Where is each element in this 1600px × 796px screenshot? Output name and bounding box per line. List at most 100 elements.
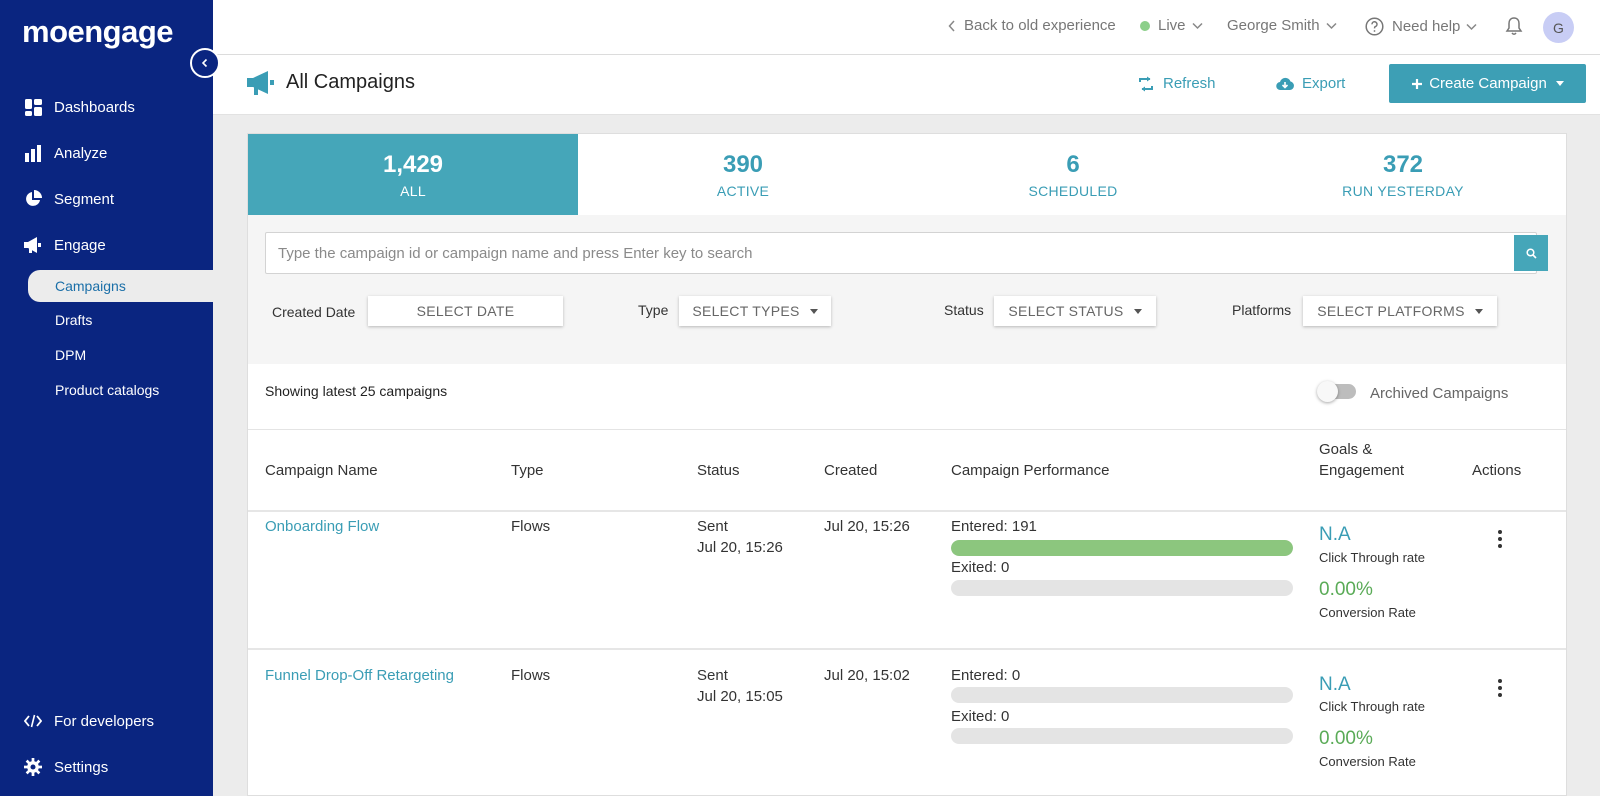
created-date-picker[interactable]: SELECT DATE	[368, 296, 563, 326]
environment-dropdown[interactable]: Live	[1140, 17, 1203, 34]
chevron-down-icon	[1192, 22, 1203, 29]
type-filter-select[interactable]: SELECT TYPES	[679, 296, 831, 326]
campaign-name-link[interactable]: Funnel Drop-Off Retargeting	[265, 665, 454, 686]
ctr-value: N.A	[1319, 524, 1351, 545]
status-filter-label: Status	[944, 302, 984, 318]
filters-section: Created Date SELECT DATE Type SELECT TYP…	[248, 215, 1566, 364]
pie-chart-icon	[24, 190, 42, 208]
user-avatar[interactable]: G	[1543, 12, 1574, 43]
divider	[248, 510, 1566, 512]
exited-progress-bar	[951, 728, 1293, 744]
column-header-created[interactable]: Created	[824, 460, 877, 481]
column-header-goals-line1: Goals &	[1319, 441, 1373, 458]
tab-active[interactable]: 390 ACTIVE	[578, 134, 908, 215]
sidebar-item-label: Analyze	[54, 144, 108, 162]
megaphone-icon	[24, 236, 42, 254]
collapse-sidebar-button[interactable]	[190, 48, 220, 78]
search-box	[265, 232, 1548, 274]
stat-label: ACTIVE	[716, 182, 770, 199]
user-menu-dropdown[interactable]: George Smith	[1227, 17, 1337, 34]
sidebar-item-analyze[interactable]: Analyze	[0, 133, 213, 173]
stat-count: 372	[1382, 150, 1424, 178]
chevron-left-icon	[948, 19, 955, 32]
archived-campaigns-label: Archived Campaigns	[1370, 385, 1509, 402]
campaign-name-link[interactable]: Onboarding Flow	[265, 516, 379, 537]
row-actions-menu-icon[interactable]	[1493, 678, 1507, 698]
campaign-created: Jul 20, 15:02	[824, 667, 910, 684]
create-campaign-label: Create Campaign	[1429, 75, 1547, 92]
sidebar-item-dashboards[interactable]: Dashboards	[0, 87, 213, 127]
gear-icon	[24, 758, 42, 776]
notifications-bell-icon[interactable]	[1505, 16, 1523, 36]
column-header-type[interactable]: Type	[511, 460, 544, 481]
sidebar-subitem-campaigns[interactable]: Campaigns	[28, 270, 213, 302]
export-button[interactable]: Export	[1276, 75, 1345, 92]
stat-label: SCHEDULED	[1028, 182, 1118, 199]
sidebar-item-segment[interactable]: Segment	[0, 179, 213, 219]
campaign-type: Flows	[511, 667, 551, 684]
caret-down-icon	[1133, 308, 1142, 314]
conversion-label: Conversion Rate	[1319, 754, 1416, 769]
entered-count: Entered: 191	[951, 518, 1037, 535]
archived-campaigns-toggle[interactable]	[1317, 381, 1356, 402]
campaign-status: Sent	[697, 667, 728, 684]
chevron-down-icon	[1326, 22, 1337, 29]
sidebar-subitem-drafts[interactable]: Drafts	[28, 304, 213, 336]
create-campaign-button[interactable]: Create Campaign	[1389, 64, 1586, 103]
sidebar-item-settings[interactable]: Settings	[0, 747, 213, 787]
platforms-filter-value: SELECT PLATFORMS	[1317, 303, 1465, 319]
exited-progress-bar	[951, 580, 1293, 596]
campaign-status: Sent	[697, 518, 728, 535]
created-date-label: Created Date	[272, 304, 356, 320]
conversion-label: Conversion Rate	[1319, 605, 1416, 620]
campaign-status-time: Jul 20, 15:05	[697, 688, 783, 705]
status-filter-select[interactable]: SELECT STATUS	[994, 296, 1156, 326]
entered-progress-bar	[951, 687, 1293, 703]
divider	[248, 648, 1566, 650]
sidebar-item-engage[interactable]: Engage	[0, 225, 213, 265]
sidebar-item-label: For developers	[54, 712, 155, 730]
need-help-dropdown[interactable]: Need help	[1365, 17, 1477, 36]
code-icon	[24, 712, 42, 730]
stat-label: RUN YESTERDAY	[1342, 182, 1464, 199]
chevron-down-icon	[1466, 23, 1477, 30]
plus-icon	[1412, 78, 1423, 89]
chevron-left-icon	[201, 58, 208, 68]
type-filter-label: Type	[638, 302, 669, 318]
back-to-old-experience-link[interactable]: Back to old experience	[948, 17, 1116, 34]
refresh-button[interactable]: Refresh	[1137, 75, 1216, 92]
toggle-knob	[1317, 381, 1338, 402]
sidebar-item-label: Settings	[54, 758, 109, 776]
back-label: Back to old experience	[964, 17, 1116, 34]
page-header: All Campaigns Refresh Export Create Camp…	[213, 55, 1600, 115]
tab-scheduled[interactable]: 6 SCHEDULED	[908, 134, 1238, 215]
sidebar-subitem-dpm[interactable]: DPM	[28, 339, 213, 371]
bar-chart-icon	[24, 144, 42, 162]
platforms-filter-select[interactable]: SELECT PLATFORMS	[1303, 296, 1497, 326]
search-icon	[1525, 247, 1537, 259]
campaigns-panel: 1,429 ALL 390 ACTIVE 6 SCHEDULED 372 RUN…	[247, 133, 1567, 796]
column-header-goals-line2: Engagement	[1319, 462, 1405, 479]
entered-count: Entered: 0	[951, 667, 1021, 684]
campaign-created: Jul 20, 15:26	[824, 518, 910, 535]
campaign-stats-tabs: 1,429 ALL 390 ACTIVE 6 SCHEDULED 372 RUN…	[248, 134, 1566, 215]
ctr-label: Click Through rate	[1319, 550, 1425, 565]
sidebar-subitem-product-catalogs[interactable]: Product catalogs	[28, 374, 213, 406]
caret-down-icon	[1474, 308, 1483, 314]
moengage-logo[interactable]: moengage	[22, 14, 174, 50]
showing-count-text: Showing latest 25 campaigns	[265, 383, 448, 399]
sidebar-item-for-developers[interactable]: For developers	[0, 701, 213, 741]
search-button[interactable]	[1514, 235, 1548, 271]
tab-all[interactable]: 1,429 ALL	[248, 134, 578, 215]
live-status-dot	[1140, 20, 1150, 31]
row-actions-menu-icon[interactable]	[1493, 529, 1507, 549]
column-header-status[interactable]: Status	[697, 460, 740, 481]
stat-count: 6	[1066, 150, 1080, 178]
need-help-label: Need help	[1392, 18, 1461, 35]
sidebar-item-label: Segment	[54, 190, 115, 208]
column-header-campaign-name[interactable]: Campaign Name	[265, 460, 378, 481]
search-input[interactable]	[278, 233, 1478, 273]
ctr-label: Click Through rate	[1319, 699, 1425, 714]
tab-run-yesterday[interactable]: 372 RUN YESTERDAY	[1238, 134, 1566, 215]
refresh-icon	[1137, 76, 1155, 92]
